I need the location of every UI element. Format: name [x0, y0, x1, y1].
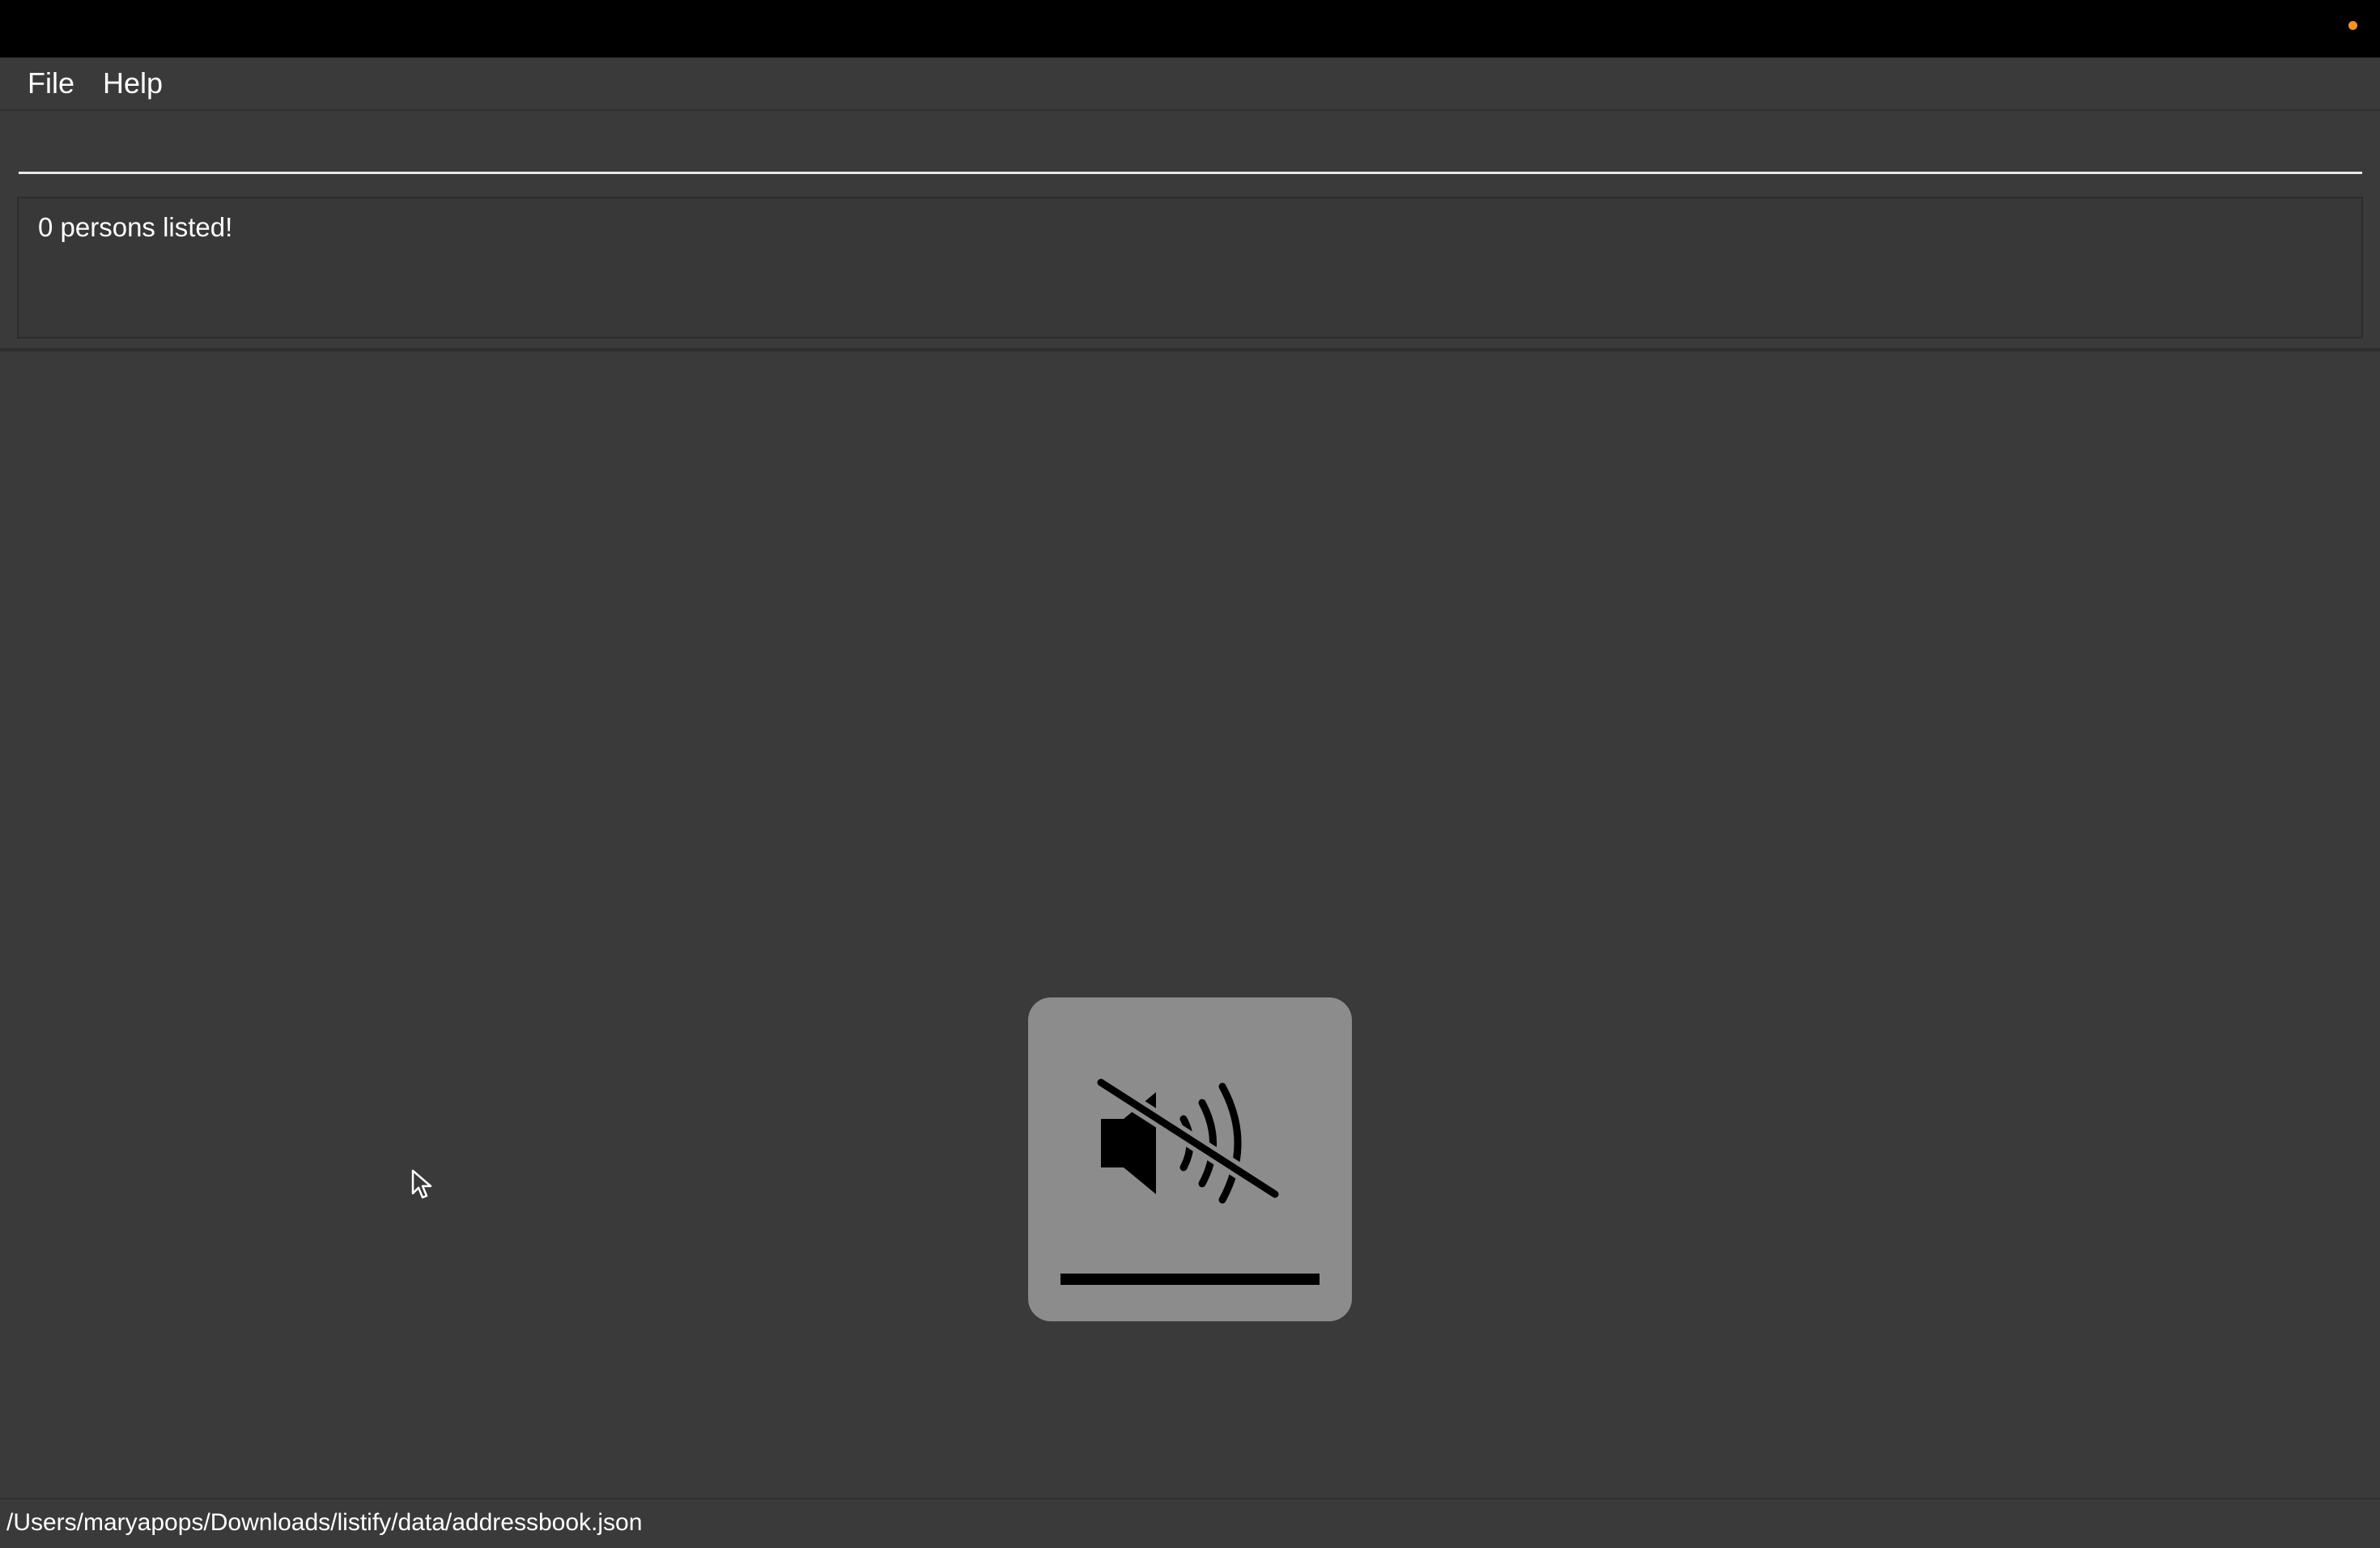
- volume-hud: [1028, 997, 1352, 1321]
- command-box: [0, 111, 2380, 186]
- recording-indicator-icon: [2348, 21, 2357, 30]
- command-input[interactable]: [19, 125, 2362, 174]
- volume-level-bar: [1060, 1274, 1320, 1285]
- result-message: 0 persons listed!: [38, 212, 233, 242]
- system-top-bar: [0, 0, 2380, 57]
- mouse-pointer-icon: [411, 1169, 432, 1199]
- menu-help[interactable]: Help: [103, 66, 163, 101]
- person-list-panel[interactable]: [0, 351, 2380, 1498]
- speaker-muted-icon: [1096, 1075, 1280, 1204]
- save-location-path: /Users/maryapops/Downloads/listify/data/…: [6, 1509, 643, 1536]
- menu-file[interactable]: File: [28, 66, 74, 101]
- status-bar: /Users/maryapops/Downloads/listify/data/…: [0, 1498, 2380, 1548]
- menu-bar: File Help: [0, 57, 2380, 111]
- result-display: 0 persons listed!: [17, 197, 2363, 338]
